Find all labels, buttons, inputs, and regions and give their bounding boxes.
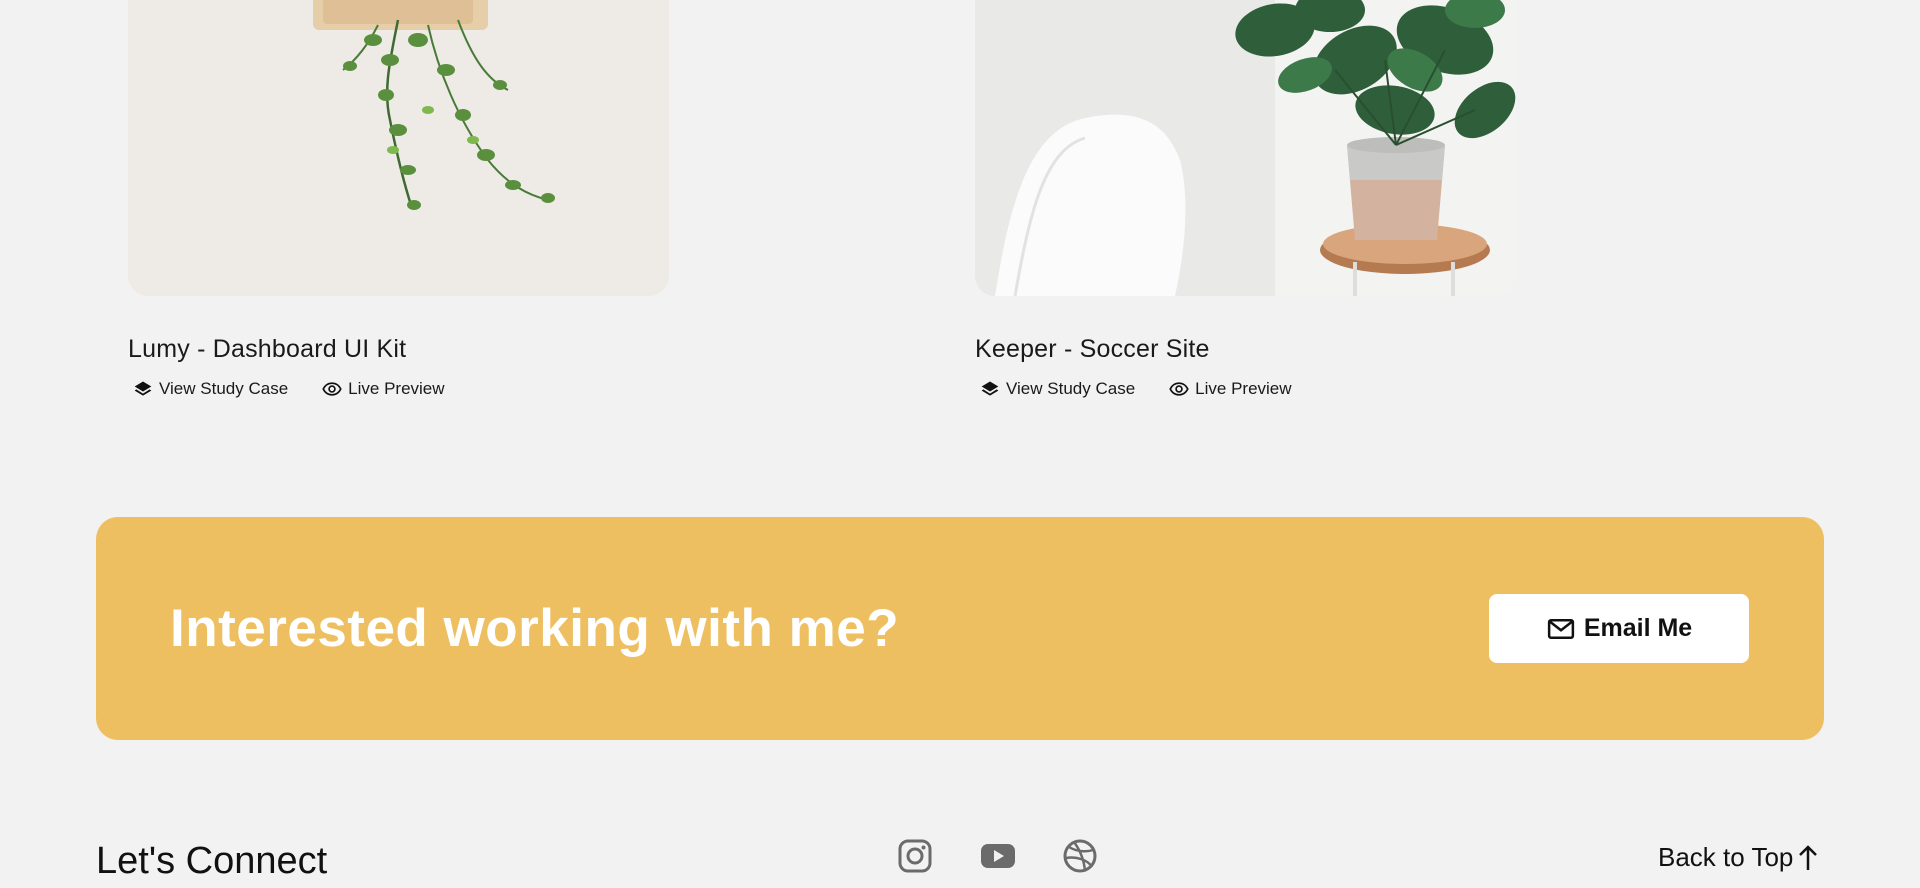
chair-plant-image <box>975 0 1516 296</box>
hanging-plant-image <box>128 0 669 296</box>
mail-icon <box>1547 618 1574 639</box>
email-me-label: Email Me <box>1583 614 1693 642</box>
cta-heading: Interested working with me? <box>170 599 900 658</box>
arrow-up-icon <box>1799 844 1818 870</box>
youtube-link[interactable] <box>980 838 1016 874</box>
footer-title: Let's Connect <box>96 840 328 882</box>
view-study-case-label: View Study Case <box>1006 379 1136 398</box>
back-to-top-link[interactable]: Back to Top <box>1658 842 1819 873</box>
project-thumbnail[interactable] <box>128 0 669 296</box>
view-study-case-link[interactable]: View Study Case <box>133 379 288 399</box>
eye-icon <box>322 382 342 396</box>
view-study-case-link[interactable]: View Study Case <box>980 379 1135 399</box>
project-links: View Study Case Live Preview <box>128 379 669 399</box>
project-card-lumy: Lumy - Dashboard UI Kit View Study Case … <box>128 0 669 399</box>
live-preview-label: Live Preview <box>1195 379 1292 398</box>
youtube-icon <box>981 844 1015 868</box>
dribbble-link[interactable] <box>1062 838 1098 874</box>
project-title: Keeper - Soccer Site <box>975 335 1210 363</box>
email-me-button[interactable]: Email Me <box>1489 594 1749 663</box>
live-preview-label: Live Preview <box>348 379 445 398</box>
layers-icon <box>981 381 999 396</box>
cta-banner: Interested working with me? Email Me <box>96 517 1824 740</box>
live-preview-link[interactable]: Live Preview <box>322 379 445 399</box>
project-thumbnail[interactable] <box>975 0 1516 296</box>
live-preview-link[interactable]: Live Preview <box>1169 379 1292 399</box>
eye-icon <box>1169 382 1189 396</box>
page: Lumy - Dashboard UI Kit View Study Case … <box>0 0 1920 888</box>
instagram-link[interactable] <box>897 838 933 874</box>
view-study-case-label: View Study Case <box>159 379 289 398</box>
instagram-icon <box>898 839 932 873</box>
back-to-top-label: Back to Top <box>1658 842 1794 872</box>
project-card-keeper: Keeper - Soccer Site View Study Case Liv… <box>975 0 1516 399</box>
project-links: View Study Case Live Preview <box>975 379 1516 399</box>
project-title: Lumy - Dashboard UI Kit <box>128 335 407 363</box>
dribbble-icon <box>1063 839 1097 873</box>
layers-icon <box>134 381 152 396</box>
